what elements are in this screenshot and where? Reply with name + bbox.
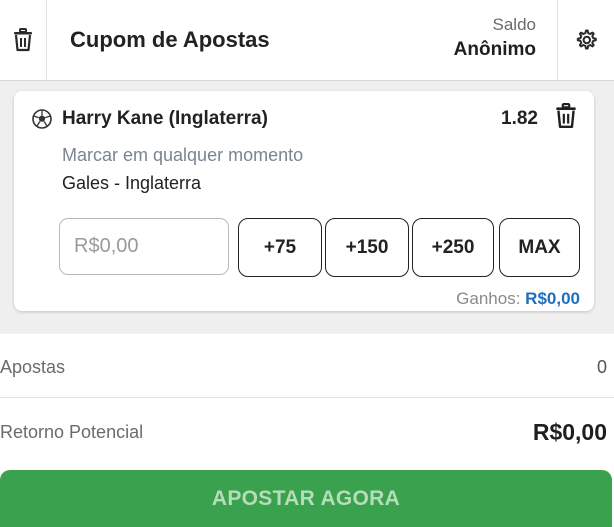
winnings-line: Ganhos: R$0,00	[456, 289, 580, 309]
place-bet-button[interactable]: APOSTAR AGORA	[0, 470, 612, 527]
potential-return-row: Retorno Potencial R$0,00	[0, 410, 614, 454]
soccer-ball-icon	[32, 109, 52, 129]
stake-input[interactable]	[59, 218, 229, 275]
betslip-header: Cupom de Apostas Saldo Anônimo	[0, 0, 614, 81]
balance-label: Saldo	[492, 15, 536, 34]
selection-name: Harry Kane (Inglaterra)	[62, 108, 268, 129]
selection-card: Harry Kane (Inglaterra) 1.82 Marcar em q…	[14, 91, 594, 311]
trash-icon	[556, 103, 576, 129]
match-name: Gales - Inglaterra	[62, 173, 202, 193]
quick-stake-150-button[interactable]: +150	[325, 218, 409, 277]
market-name: Marcar em qualquer momento	[62, 145, 304, 165]
quick-stake-max-button[interactable]: MAX	[499, 218, 580, 277]
bets-count-label: Apostas	[0, 356, 66, 377]
trash-icon	[14, 28, 32, 52]
potential-return-value: R$0,00	[532, 418, 607, 445]
remove-selection-button[interactable]	[554, 103, 578, 134]
divider	[0, 397, 614, 398]
bets-count-row: Apostas 0	[0, 345, 614, 389]
page-title: Cupom de Apostas	[70, 27, 270, 52]
quick-stake-250-button[interactable]: +250	[412, 218, 494, 277]
selection-odds: 1.82	[501, 108, 538, 129]
winnings-label: Ganhos:	[456, 289, 521, 308]
balance-block: Saldo Anônimo	[454, 14, 536, 64]
clear-slip-button[interactable]	[0, 0, 47, 80]
quick-stake-75-button[interactable]: +75	[238, 218, 322, 277]
gear-icon	[576, 29, 597, 50]
selections-panel: Harry Kane (Inglaterra) 1.82 Marcar em q…	[0, 81, 614, 334]
settings-button[interactable]	[557, 0, 614, 80]
balance-value: Anônimo	[453, 39, 536, 60]
winnings-value: R$0,00	[525, 289, 580, 308]
potential-return-label: Retorno Potencial	[0, 421, 144, 442]
bets-count-value: 0	[596, 356, 607, 377]
